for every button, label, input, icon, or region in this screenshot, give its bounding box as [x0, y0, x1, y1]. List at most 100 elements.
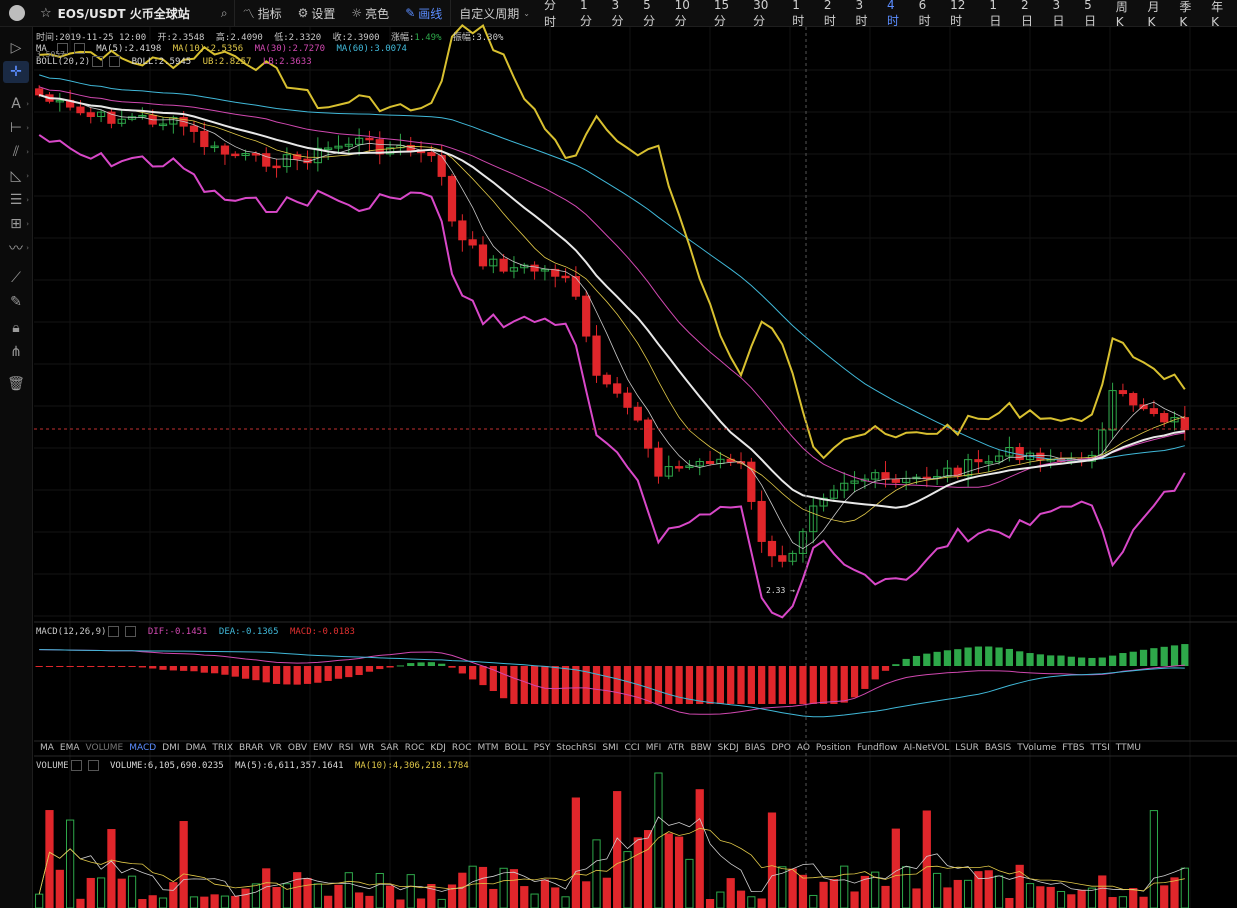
- indicator-tab[interactable]: OBV: [288, 743, 307, 756]
- candle: [458, 220, 467, 241]
- indicator-tab[interactable]: ATR: [667, 743, 684, 756]
- indicator-tab[interactable]: SAR: [380, 743, 398, 756]
- candle: [767, 540, 777, 557]
- volume-close-button[interactable]: [87, 760, 99, 771]
- indicator-tab[interactable]: MACD: [129, 743, 156, 756]
- volume-bar: [1139, 896, 1148, 908]
- volume-bar: [963, 879, 973, 908]
- volume-bar: [127, 875, 137, 908]
- indicator-tab[interactable]: Fundflow: [857, 743, 897, 756]
- indicator-tab[interactable]: MTM: [477, 743, 498, 756]
- indicator-tab[interactable]: StochRSI: [556, 743, 596, 756]
- macd-bar: [76, 666, 85, 667]
- macd-bar: [190, 666, 198, 672]
- indicator-tab[interactable]: TTMU: [1116, 743, 1141, 756]
- indicator-tab[interactable]: BRAR: [239, 743, 263, 756]
- candle: [974, 459, 983, 463]
- indicator-tab[interactable]: ROC: [452, 743, 472, 756]
- boll-close-button[interactable]: [109, 56, 121, 67]
- indicator-tab[interactable]: BASIS: [985, 743, 1011, 756]
- macd-bar: [551, 666, 559, 704]
- indicator-tab[interactable]: LSUR: [955, 743, 979, 756]
- indicator-tab[interactable]: KDJ: [430, 743, 446, 756]
- candle: [1160, 413, 1169, 423]
- volume-bar: [1087, 887, 1097, 908]
- macd-bar: [458, 666, 466, 674]
- volume-bar: [509, 869, 519, 908]
- macd-bar: [768, 666, 776, 704]
- indicator-tab[interactable]: EMV: [313, 743, 333, 756]
- candle: [447, 175, 457, 222]
- macd-bar: [417, 662, 425, 666]
- volume-bar: [798, 874, 808, 908]
- indicator-tab[interactable]: Position: [816, 743, 851, 756]
- indicator-tab[interactable]: TRIX: [212, 743, 233, 756]
- indicator-tab[interactable]: ROC: [405, 743, 425, 756]
- indicator-tab[interactable]: DMI: [162, 743, 179, 756]
- volume-bar: [840, 865, 849, 908]
- indicator-tab[interactable]: CCI: [624, 743, 639, 756]
- indicator-tab[interactable]: WR: [359, 743, 374, 756]
- indicator-tab[interactable]: EMA: [60, 743, 80, 756]
- macd-bar: [118, 666, 126, 667]
- volume-settings-button[interactable]: [70, 760, 82, 771]
- indicator-tab[interactable]: SMI: [602, 743, 618, 756]
- macd-value: MACD:-0.0183: [289, 627, 355, 637]
- indicator-tab[interactable]: BBW: [691, 743, 712, 756]
- indicator-tab[interactable]: SKDJ: [717, 743, 738, 756]
- macd-close-button[interactable]: [125, 626, 137, 637]
- indicator-tab[interactable]: BOLL: [505, 743, 528, 756]
- indicator-tab[interactable]: PSY: [534, 743, 551, 756]
- volume-bar: [313, 883, 322, 908]
- volume-ma10-line: [38, 827, 1185, 895]
- macd-bar: [665, 666, 673, 704]
- volume-bar: [613, 791, 622, 908]
- indicator-tab[interactable]: VR: [269, 743, 281, 756]
- volume-bar: [829, 879, 839, 908]
- boll-legend: BOLL(20,2) BOLL:2.5945 UB:2.8257 LB:2.36…: [36, 56, 318, 67]
- indicator-tab[interactable]: VOLUME: [86, 743, 124, 756]
- volume-bar: [726, 878, 735, 908]
- indicator-tab[interactable]: BIAS: [745, 743, 766, 756]
- indicator-tab[interactable]: FTBS: [1062, 743, 1084, 756]
- volume-bar: [107, 829, 116, 908]
- candle: [644, 419, 653, 449]
- indicator-tab[interactable]: TVolume: [1017, 743, 1056, 756]
- ohlc-high: 高:2.4090: [215, 33, 263, 43]
- volume-bar: [551, 887, 560, 908]
- boll-settings-button[interactable]: [92, 56, 104, 67]
- volume-bar: [974, 871, 983, 908]
- candle: [1118, 390, 1128, 395]
- dif-value: DIF:-0.1451: [147, 627, 208, 637]
- volume-bar: [736, 890, 746, 908]
- macd-bar: [654, 666, 663, 704]
- indicator-tab[interactable]: DPO: [771, 743, 790, 756]
- macd-bar: [541, 666, 549, 704]
- volume-bar: [355, 892, 364, 908]
- indicator-tab[interactable]: AI-NetVOL: [903, 743, 949, 756]
- volume-bar: [644, 830, 653, 908]
- indicator-tab[interactable]: TTSI: [1091, 743, 1110, 756]
- ohlc-legend: 时间:2019-11-25 12:00 开:2.3548 高:2.4090 低:…: [36, 30, 509, 43]
- macd-bar: [396, 665, 405, 667]
- indicator-tab[interactable]: MFI: [646, 743, 662, 756]
- indicator-tab[interactable]: MA: [40, 743, 54, 756]
- macd-settings-button[interactable]: [108, 626, 120, 637]
- volume-bar: [293, 872, 302, 908]
- volume-bar: [674, 836, 684, 908]
- macd-legend-name: MACD(12,26,9): [36, 627, 107, 637]
- macd-bar: [407, 663, 415, 666]
- ohlc-change-label: 涨幅:: [390, 33, 415, 43]
- indicator-tab[interactable]: AO: [797, 743, 810, 756]
- kline-chart[interactable]: [0, 0, 1237, 908]
- macd-bar: [469, 666, 477, 680]
- candle: [189, 125, 199, 132]
- volume-bar: [530, 893, 539, 908]
- indicator-tab[interactable]: RSI: [339, 743, 354, 756]
- ma-close-button[interactable]: [73, 43, 85, 54]
- volume-ma10-value: MA(10):4,306,218.1784: [354, 761, 469, 771]
- ohlc-change-value: 1.49%: [414, 33, 442, 43]
- macd-bar: [727, 666, 735, 704]
- macd-bar: [696, 666, 704, 704]
- indicator-tab[interactable]: DMA: [186, 743, 207, 756]
